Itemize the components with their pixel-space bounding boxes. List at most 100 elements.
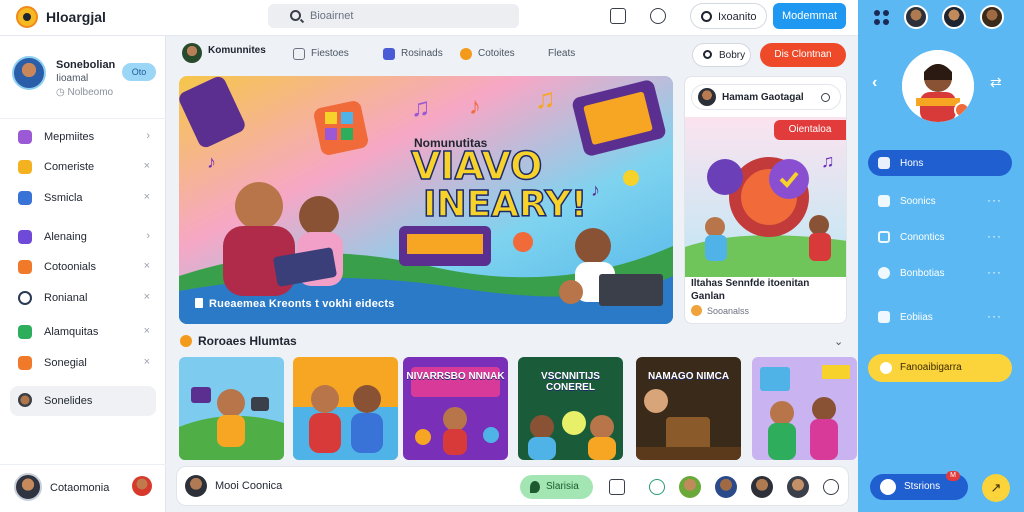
featured-card[interactable]: ♫ Hamam Gaotagal Oientaloa Iltahas Sennf… <box>684 76 847 324</box>
info-icon[interactable] <box>650 8 666 24</box>
compose-icon[interactable]: ↗ <box>982 474 1010 502</box>
sidebar-item-icon <box>18 325 32 339</box>
svg-text:♪: ♪ <box>469 93 481 120</box>
tab-3[interactable]: Rosinads <box>383 48 443 60</box>
green-action-button[interactable]: Slarisia <box>520 475 593 499</box>
footer-label: Cotaomonia <box>50 482 110 494</box>
profile-avatar[interactable] <box>12 56 46 90</box>
sidebar-item-label: Sonelides <box>44 395 93 407</box>
section-title: Roroaes Hlumtas <box>180 334 297 348</box>
friend-avatar[interactable] <box>942 5 966 29</box>
sidebar-item-label: Alenaing <box>44 231 87 243</box>
sidebar-item-active[interactable]: Sonelides <box>10 386 156 416</box>
red-action-button[interactable]: Dis Clontnan <box>760 43 846 67</box>
thumbnail-card[interactable]: NAMAGO NIMCA <box>636 357 741 460</box>
user-avatar[interactable] <box>185 475 207 497</box>
sidebar-item-mark: × <box>143 160 150 172</box>
sidebar-item-label: Cotoonials <box>44 261 96 273</box>
tab-community[interactable]: Komunnites <box>182 43 266 63</box>
right-nav-item[interactable]: Soonics ··· <box>868 188 1012 214</box>
outline-action-button[interactable]: Ixoanito <box>690 3 767 29</box>
thumbnail-card[interactable] <box>179 357 284 460</box>
sidebar-item-mark: › <box>146 230 150 242</box>
sidebar-item-4[interactable]: Alenaing › <box>10 224 156 250</box>
right-nav-item[interactable]: Bonbotias ··· <box>868 260 1012 286</box>
search-filter-button[interactable]: Bobry <box>692 43 751 67</box>
more-icon[interactable]: ··· <box>987 193 1002 207</box>
sidebar-footer: Cotaomonia <box>0 464 166 512</box>
svg-text:♪: ♪ <box>207 152 216 172</box>
participant-avatar[interactable] <box>751 476 773 498</box>
featured-card-author: Hamam Gaotagal <box>722 92 804 103</box>
compass-icon[interactable] <box>649 479 665 495</box>
sidebar-item-mark: × <box>143 291 150 303</box>
thumbnail-card[interactable] <box>752 357 857 460</box>
thumbnail-card[interactable] <box>293 357 398 460</box>
sidebar-item-6[interactable]: Ronianal × <box>10 285 156 311</box>
svg-text:♫: ♫ <box>821 151 835 171</box>
thumbnail-card[interactable]: NIVARRSBO NNNAK <box>403 357 508 460</box>
svg-text:♫: ♫ <box>411 92 431 122</box>
friend-avatar[interactable] <box>904 5 928 29</box>
sidebar-item-icon <box>18 260 32 274</box>
swap-icon[interactable]: ⇄ <box>990 74 1002 91</box>
sidebar-item-1[interactable]: Mepmiites › <box>10 124 156 150</box>
more-icon[interactable]: ··· <box>987 229 1002 243</box>
right-nav-label: Bonbotias <box>900 268 945 279</box>
more-icon[interactable]: ··· <box>987 309 1002 323</box>
chevron-left-icon[interactable]: ‹ <box>872 74 877 92</box>
participant-avatar[interactable] <box>787 476 809 498</box>
profile-toggle[interactable]: Oto <box>122 63 156 81</box>
grid-logo-icon[interactable] <box>874 10 890 26</box>
thumbnail-image <box>752 357 857 460</box>
sidebar-item-7[interactable]: Alamquitas × <box>10 319 156 345</box>
tab-label: Fiestoes <box>311 48 349 59</box>
tab-label: Fleats <box>548 48 576 59</box>
tab-4[interactable]: Cotoites <box>460 48 515 60</box>
thumbnail-image <box>179 357 284 460</box>
app-logo-icon[interactable] <box>16 6 38 28</box>
primary-action-button[interactable]: Modemmat <box>773 3 846 29</box>
sidebar-item-2[interactable]: Comeriste × <box>10 154 156 180</box>
tab-label: Komunnites <box>208 45 266 56</box>
thumbnail-title: NAMAGO NIMCA <box>647 371 730 382</box>
stories-button[interactable]: Stsrions M <box>870 471 968 500</box>
footer-avatar[interactable] <box>14 473 42 501</box>
featured-badge: Oientaloa <box>774 120 846 140</box>
more-icon[interactable]: ··· <box>987 265 1002 279</box>
search-input[interactable]: Bioairnet <box>310 10 353 22</box>
thumbnail-image <box>293 357 398 460</box>
sidebar-item-label: Sonegial <box>44 357 87 369</box>
tab-5[interactable]: Fleats <box>530 48 575 59</box>
right-nav-item[interactable]: Eobiias ··· <box>868 304 1012 330</box>
featured-portrait[interactable] <box>902 50 974 122</box>
right-nav-item[interactable]: Conontics ··· <box>868 224 1012 250</box>
yellow-action-button[interactable]: Fanoaibigarra <box>868 354 1012 382</box>
image-icon[interactable] <box>609 479 625 495</box>
footer-secondary-avatar[interactable] <box>132 476 152 496</box>
participant-avatar[interactable] <box>679 476 701 498</box>
notification-icon[interactable] <box>821 93 830 102</box>
sidebar-item-mark: × <box>143 325 150 337</box>
sidebar-item-5[interactable]: Cotoonials × <box>10 254 156 280</box>
participant-avatar[interactable] <box>715 476 737 498</box>
tab-2[interactable]: Fiestoes <box>293 48 349 60</box>
settings-gear-icon[interactable] <box>823 479 839 495</box>
sidebar-item-8[interactable]: Sonegial × <box>10 350 156 376</box>
chevron-down-icon[interactable]: ⌄ <box>834 335 843 348</box>
thumbnail-card[interactable]: VSCNNITIJS CONEREL <box>518 357 623 460</box>
app-title: Hloargjal <box>46 9 106 25</box>
svg-text:♪: ♪ <box>591 180 600 200</box>
tab-label: Cotoites <box>478 48 515 59</box>
sidebar-item-mark: › <box>146 130 150 142</box>
friend-avatar[interactable] <box>980 5 1004 29</box>
tab-icon <box>460 48 472 60</box>
featured-card-header: Hamam Gaotagal <box>691 84 841 110</box>
search-bar[interactable]: Bioairnet <box>268 4 519 28</box>
hero-banner[interactable]: ♪ ♫ ♪ ♫ ♪ Nomunutitas VIAVO INEARY! Rueaem… <box>179 76 673 324</box>
right-panel: ‹ ⇄ Hons Soonics ··· Conontics ··· Bonbo… <box>858 0 1024 512</box>
hero-caption: Rueaemea Kreonts t vokhi eidects <box>195 298 395 310</box>
sidebar-item-3[interactable]: Ssmicla × <box>10 185 156 211</box>
share-icon[interactable] <box>610 8 626 24</box>
right-nav-item-active[interactable]: Hons <box>868 150 1012 176</box>
